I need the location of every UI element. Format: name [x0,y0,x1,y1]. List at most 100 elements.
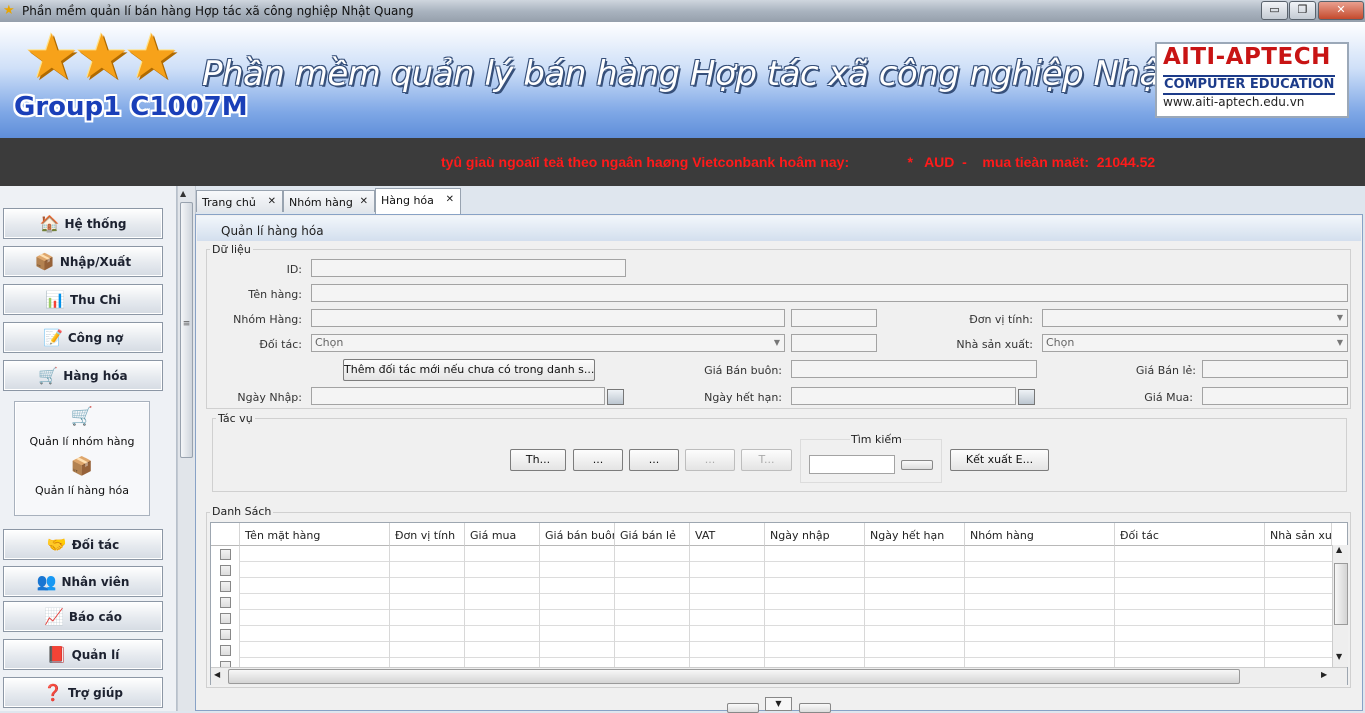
scroll-thumb[interactable] [180,202,193,458]
nhom-hang-field[interactable] [311,309,785,327]
row-checkbox[interactable] [220,597,231,608]
scroll-thumb[interactable] [228,669,1240,684]
row-checkbox[interactable] [220,565,231,576]
close-tab-icon[interactable]: ✕ [268,196,276,207]
sidebar-item-thu-chi[interactable]: 📊 Thu Chi [3,284,163,315]
action-button-1[interactable]: Th... [510,449,566,471]
hang-hoa-submenu: 🛒 Quản lí nhóm hàng 📦 Quản lí hàng hóa [14,401,150,516]
gia-ban-buon-field[interactable] [791,360,1037,378]
next-page-button[interactable] [799,703,831,713]
sidebar-item-quan-li[interactable]: 📕 Quản lí [3,639,163,670]
close-tab-icon[interactable]: ✕ [446,194,454,205]
table-header-select[interactable] [211,523,240,546]
sidebar-item-label: Trợ giúp [67,685,123,700]
table-row[interactable] [240,561,1332,562]
tab-nhom-hang[interactable]: Nhóm hàng ✕ [283,190,375,212]
gia-mua-field[interactable] [1202,387,1348,405]
actions-group-label: Tác vụ [216,412,255,425]
scroll-right-icon[interactable]: ▶ [1321,670,1327,679]
table-header-cell[interactable]: Giá bán lẻ [615,523,690,546]
table-header-cell[interactable]: Ngày hết hạn [865,523,965,546]
calendar-icon[interactable] [1018,389,1035,405]
column-divider [239,546,240,667]
scroll-thumb[interactable] [1334,563,1348,625]
sidebar-scrollbar[interactable]: ▲ ≡ [177,186,196,711]
ten-hang-field[interactable] [311,284,1348,302]
row-checkbox[interactable] [220,645,231,656]
table-horizontal-scrollbar[interactable]: ◀ ▶ [211,667,1347,685]
table-row[interactable] [240,593,1332,594]
don-vi-tinh-select[interactable]: ▼ [1042,309,1348,327]
sidebar-item-cong-no[interactable]: 📝 Công nợ [3,322,163,353]
submenu-quan-li-hang-hoa[interactable]: Quản lí hàng hóa [15,484,149,497]
table-row[interactable] [240,577,1332,578]
row-checkbox[interactable] [220,581,231,592]
action-button-2[interactable]: ... [573,449,623,471]
page-select[interactable]: ▼ [765,697,792,711]
row-checkbox[interactable] [220,613,231,624]
sidebar-item-nhap-xuat[interactable]: 📦 Nhập/Xuất [3,246,163,277]
table-header-cell[interactable]: Giá bán buôn [540,523,615,546]
panel-header [197,216,1361,241]
export-excel-button[interactable]: Kết xuất E... [950,449,1049,471]
table-header-cell[interactable]: Ngày nhập [765,523,865,546]
table-header-cell[interactable]: Đơn vị tính [390,523,465,546]
table-vertical-scrollbar[interactable]: ▲ ▼ [1332,545,1348,667]
scroll-up-icon[interactable]: ▲ [1336,545,1342,554]
table-header-cell[interactable]: VAT [690,523,765,546]
id-field[interactable] [311,259,626,277]
tab-trang-chu[interactable]: Trang chủ ✕ [196,190,283,212]
table-row[interactable] [240,641,1332,642]
maximize-button[interactable]: ❐ [1289,1,1316,20]
table-header-cell[interactable]: Nhóm hàng [965,523,1115,546]
search-input[interactable] [809,455,895,474]
table-header-cell[interactable]: Giá mua [465,523,540,546]
close-button[interactable]: ✕ [1318,1,1364,20]
tab-hang-hoa[interactable]: Hàng hóa ✕ [375,188,461,214]
gia-ban-le-field[interactable] [1202,360,1348,378]
goods-table[interactable] [210,522,1348,685]
sidebar-item-doi-tac[interactable]: 🤝 Đối tác [3,529,163,560]
action-button-5[interactable]: T... [741,449,792,471]
table-row[interactable] [240,657,1332,658]
logo-name: AITI-APTECH [1163,44,1331,70]
doi-tac-select[interactable]: Chọn ▼ [311,334,785,352]
close-tab-icon[interactable]: ✕ [360,196,368,207]
table-header-cell[interactable]: Đối tác [1115,523,1265,546]
action-button-4[interactable]: ... [685,449,735,471]
column-divider [689,546,690,667]
notepad-icon: 📝 [42,328,63,347]
add-partner-button[interactable]: Thêm đối tác mới nếu chưa có trong danh … [343,359,595,381]
sidebar-item-hang-hoa[interactable]: 🛒 Hàng hóa [3,360,163,391]
calendar-icon[interactable] [607,389,624,405]
ngay-het-han-field[interactable] [791,387,1016,405]
sidebar-item-bao-cao[interactable]: 📈 Báo cáo [3,601,163,632]
sidebar-item-nhan-vien[interactable]: 👥 Nhân viên [3,566,163,597]
nha-san-xuat-select[interactable]: Chọn ▼ [1042,334,1348,352]
sidebar-item-he-thong[interactable]: 🏠 Hệ thống [3,208,163,239]
submenu-quan-li-nhom-hang[interactable]: Quản lí nhóm hàng [15,435,149,448]
table-header-cell[interactable]: Tên mặt hàng [240,523,390,546]
prev-page-button[interactable] [727,703,759,713]
table-row[interactable] [240,625,1332,626]
table-header-cell[interactable]: Nhà sản xuấ [1265,523,1332,546]
search-button[interactable] [901,460,933,470]
sidebar-item-tro-giup[interactable]: ❓ Trợ giúp [3,677,163,708]
scroll-down-icon[interactable]: ▼ [1336,652,1342,661]
ngay-nhap-field[interactable] [311,387,605,405]
doi-tac-code-field[interactable] [791,334,877,352]
panel-title: Quản lí hàng hóa [221,224,324,238]
tab-label: Nhóm hàng [289,196,353,209]
nhom-hang-code-field[interactable] [791,309,877,327]
goods-icon: 📦 [70,456,94,477]
table-row[interactable] [240,609,1332,610]
star-icon: ★ [74,20,130,93]
scroll-left-icon[interactable]: ◀ [214,670,220,679]
action-button-3[interactable]: ... [629,449,679,471]
minimize-button[interactable]: ▭ [1261,1,1288,20]
row-checkbox[interactable] [220,629,231,640]
chart-bars-icon: 📊 [45,290,65,309]
data-group-label: Dữ liệu [210,243,253,256]
row-checkbox[interactable] [220,549,231,560]
scroll-up-icon[interactable]: ▲ [180,189,186,198]
